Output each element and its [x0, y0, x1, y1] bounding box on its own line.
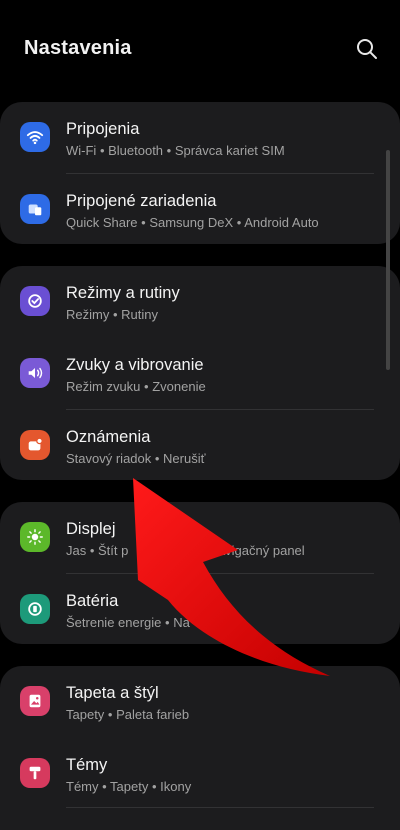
search-icon — [357, 39, 377, 59]
settings-item-notifications[interactable]: Oznámenia Stavový riadok • Nerušiť — [0, 410, 400, 480]
settings-item-title: Batéria — [66, 592, 119, 610]
page-title: Nastavenia — [24, 37, 132, 59]
settings-item-subtitle: Stavový riadok • Nerušiť — [66, 451, 206, 466]
settings-item-subtitle: Quick Share • Samsung DeX • Android Auto — [66, 215, 319, 230]
settings-item-title: Pripojenia — [66, 120, 140, 138]
settings-item-title: Displej — [66, 520, 116, 538]
settings-item-connected-devices[interactable]: Pripojené zariadenia Quick Share • Samsu… — [0, 174, 400, 244]
themes-icon — [20, 758, 50, 788]
settings-item-display[interactable]: Displej Jas • Štít p • Navigačný panel — [0, 502, 400, 574]
divider — [66, 807, 374, 808]
settings-item-modes-routines[interactable]: Režimy a rutiny Režimy • Rutiny — [0, 266, 400, 338]
settings-item-subtitle: Wi-Fi • Bluetooth • Správca kariet SIM — [66, 143, 285, 158]
brightness-icon — [20, 522, 50, 552]
settings-item-themes[interactable]: Témy Témy • Tapety • Ikony — [0, 738, 400, 808]
app-header: Nastavenia — [0, 0, 400, 100]
notification-icon — [20, 430, 50, 460]
settings-item-subtitle: Témy • Tapety • Ikony — [66, 779, 192, 794]
scrollbar[interactable] — [386, 150, 390, 370]
modes-icon — [20, 286, 50, 316]
settings-item-subtitle: Režim zvuku • Zvonenie — [66, 379, 206, 394]
settings-item-title: Pripojené zariadenia — [66, 192, 217, 210]
settings-item-title: Režimy a rutiny — [66, 284, 180, 302]
settings-group-sound-notifications: Režimy a rutiny Režimy • Rutiny Zvuky a … — [0, 266, 400, 480]
settings-item-wallpaper-style[interactable]: Tapeta a štýl Tapety • Paleta farieb — [0, 666, 400, 738]
settings-group-wallpaper-themes: Tapeta a štýl Tapety • Paleta farieb Tém… — [0, 666, 400, 830]
settings-group-display-battery: Displej Jas • Štít p • Navigačný panel Ba… — [0, 502, 400, 644]
search-button[interactable] — [354, 36, 380, 62]
wallpaper-icon — [20, 686, 50, 716]
settings-item-title: Oznámenia — [66, 428, 151, 446]
settings-item-connections[interactable]: Pripojenia Wi-Fi • Bluetooth • Správca k… — [0, 102, 400, 174]
settings-item-subtitle: Režimy • Rutiny — [66, 307, 158, 322]
settings-item-title: Tapeta a štýl — [66, 684, 159, 702]
settings-group-connections: Pripojenia Wi-Fi • Bluetooth • Správca k… — [0, 102, 400, 244]
devices-icon — [20, 194, 50, 224]
settings-item-subtitle: Šetrenie energie • Na — [66, 615, 190, 630]
settings-item-title: Témy — [66, 756, 108, 774]
wifi-icon — [20, 122, 50, 152]
sound-icon — [20, 358, 50, 388]
settings-item-subtitle: Tapety • Paleta farieb — [66, 707, 190, 722]
settings-item-subtitle: Jas • Štít p • Navigačný panel — [66, 543, 305, 558]
settings-item-sounds-vibration[interactable]: Zvuky a vibrovanie Režim zvuku • Zvoneni… — [0, 338, 400, 410]
settings-item-title: Zvuky a vibrovanie — [66, 356, 204, 374]
settings-item-battery[interactable]: Batéria Šetrenie energie • Na — [0, 574, 400, 644]
battery-icon — [20, 594, 50, 624]
